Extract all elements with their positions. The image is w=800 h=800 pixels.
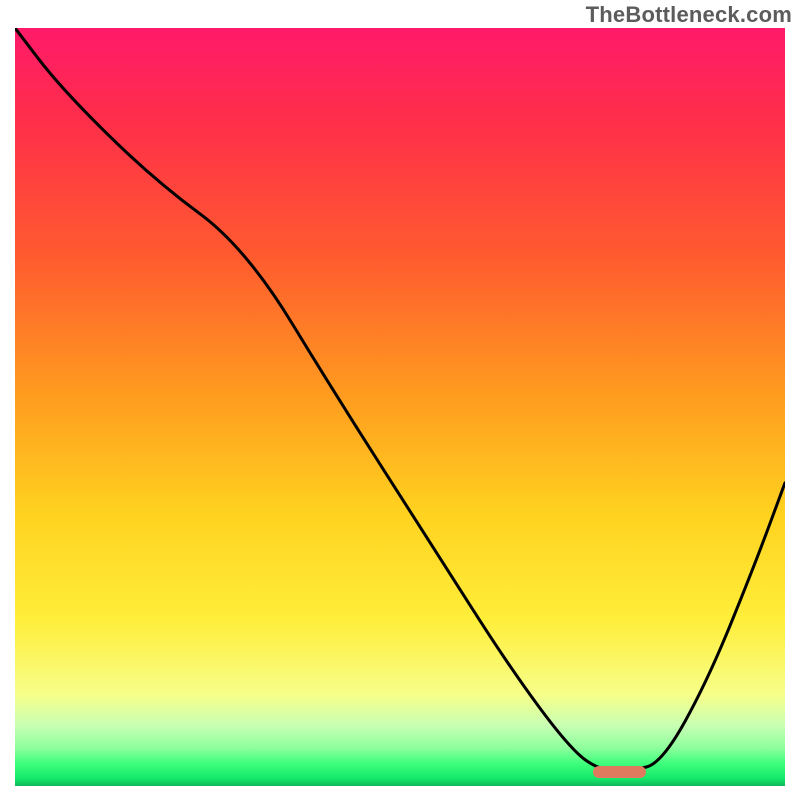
watermark-text: TheBottleneck.com	[586, 2, 792, 28]
curve-svg	[15, 28, 785, 786]
chart-canvas: TheBottleneck.com	[0, 0, 800, 800]
minimum-marker	[593, 766, 647, 778]
plot-area	[15, 28, 785, 786]
curve-path	[15, 28, 785, 771]
